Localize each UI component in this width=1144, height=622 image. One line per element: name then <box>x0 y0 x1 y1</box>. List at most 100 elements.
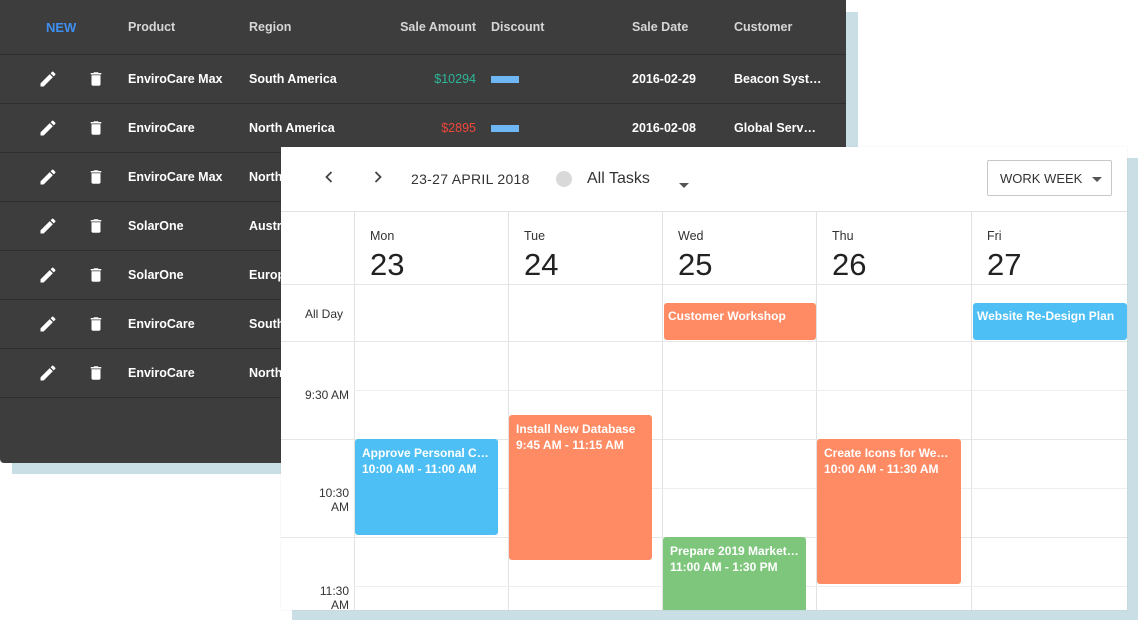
region-cell: North America <box>249 121 335 135</box>
delete-row-button[interactable] <box>86 55 106 103</box>
pencil-icon <box>40 71 56 87</box>
day-number[interactable]: 23 <box>370 247 404 283</box>
day-column-divider <box>971 211 972 610</box>
pencil-icon <box>40 316 56 332</box>
previous-week-button[interactable] <box>321 169 337 190</box>
resource-color-dot <box>556 171 572 187</box>
product-cell: EnviroCare <box>128 121 195 135</box>
pencil-icon <box>40 365 56 381</box>
trash-icon <box>90 219 102 233</box>
time-label: 9:30 AM <box>304 388 349 402</box>
day-number[interactable]: 26 <box>832 247 866 283</box>
next-week-button[interactable] <box>370 169 386 190</box>
view-select[interactable]: WORK WEEK <box>987 160 1112 196</box>
event-title: Create Icons for Website <box>824 446 954 460</box>
event-title: Approve Personal Computer Upgrade Plan <box>362 446 491 460</box>
calendar-event[interactable]: Approve Personal Computer Upgrade Plan 10… <box>355 439 498 535</box>
time-label: 10:30 AM <box>318 486 349 514</box>
product-cell: EnviroCare Max <box>128 72 223 86</box>
trash-icon <box>90 170 102 184</box>
column-header-sale-amount[interactable]: Sale Amount <box>380 0 476 54</box>
table-row: EnviroCare North America $2895 2016-02-08 Gl… <box>0 104 846 153</box>
event-time: 10:00 AM - 11:00 AM <box>362 462 477 476</box>
trash-icon <box>90 121 102 135</box>
sale-amount-cell: $2895 <box>441 121 476 135</box>
event-title: Customer Workshop <box>668 309 786 323</box>
chevron-right-icon <box>374 171 382 183</box>
customer-cell: Beacon Syst… <box>734 72 822 86</box>
view-select-value: WORK WEEK <box>1000 170 1083 186</box>
discount-cell <box>491 104 611 152</box>
delete-row-button[interactable] <box>86 349 106 397</box>
day-number[interactable]: 24 <box>524 247 558 283</box>
edit-row-button[interactable] <box>37 202 59 250</box>
pencil-icon <box>40 169 56 185</box>
column-header-region[interactable]: Region <box>249 0 379 54</box>
all-day-event[interactable]: Website Re-Design Plan <box>973 303 1127 340</box>
edit-row-button[interactable] <box>37 349 59 397</box>
resource-filter-dropdown[interactable] <box>678 176 690 194</box>
scheduler-panel: 23-27 APRIL 2018 All Tasks WORK WEEK Mon… <box>281 147 1127 610</box>
column-header-customer[interactable]: Customer <box>734 0 826 54</box>
calendar-event[interactable]: Create Icons for Website 10:00 AM - 11:30… <box>817 439 961 584</box>
calendar-event[interactable]: Install New Database 9:45 AM - 11:15 AM <box>509 414 652 560</box>
trash-icon <box>90 317 102 331</box>
caret-down-icon <box>679 183 689 188</box>
all-day-event[interactable]: Customer Workshop <box>664 303 816 340</box>
pencil-icon <box>40 120 56 136</box>
day-name: Fri <box>987 229 1002 243</box>
edit-row-button[interactable] <box>37 55 59 103</box>
grid-header-row: NEW Product Region Sale Amount Discount … <box>0 0 846 55</box>
day-number[interactable]: 27 <box>987 247 1021 283</box>
resource-filter-value[interactable]: All Tasks <box>587 170 650 188</box>
event-time: 11:00 AM - 1:30 PM <box>670 560 778 574</box>
event-time: 10:00 AM - 11:30 AM <box>824 462 939 476</box>
event-title: Install New Database <box>516 421 636 436</box>
event-time: 9:45 AM - 11:15 AM <box>516 437 624 452</box>
column-header-product[interactable]: Product <box>128 0 243 54</box>
sale-amount-cell: $10294 <box>434 72 476 86</box>
edit-row-button[interactable] <box>37 104 59 152</box>
trash-icon <box>90 268 102 282</box>
time-slot-divider <box>354 390 1127 391</box>
day-number[interactable]: 25 <box>678 247 712 283</box>
column-header-sale-date[interactable]: Sale Date <box>632 0 722 54</box>
delete-row-button[interactable] <box>86 300 106 348</box>
row-divider <box>281 284 1127 285</box>
product-cell: EnviroCare <box>128 317 195 331</box>
column-header-discount[interactable]: Discount <box>491 0 611 54</box>
date-range-label[interactable]: 23-27 APRIL 2018 <box>411 171 530 187</box>
edit-row-button[interactable] <box>37 153 59 201</box>
product-cell: EnviroCare Max <box>128 170 223 184</box>
discount-bar <box>491 75 519 83</box>
product-cell: SolarOne <box>128 219 184 233</box>
delete-row-button[interactable] <box>86 202 106 250</box>
trash-icon <box>90 72 102 86</box>
region-cell: South America <box>249 72 337 86</box>
delete-row-button[interactable] <box>86 104 106 152</box>
discount-bar <box>491 124 519 132</box>
day-name: Mon <box>370 229 395 243</box>
pencil-icon <box>40 218 56 234</box>
edit-row-button[interactable] <box>37 300 59 348</box>
event-title: Prepare 2019 Marketing Plan <box>670 544 799 558</box>
sale-date-cell: 2016-02-08 <box>632 121 696 135</box>
sale-date-cell: 2016-02-29 <box>632 72 696 86</box>
day-name: Wed <box>678 229 704 243</box>
calendar-event[interactable]: Prepare 2019 Marketing Plan 11:00 AM - 1:… <box>663 537 806 610</box>
day-column-divider <box>354 211 355 610</box>
delete-row-button[interactable] <box>86 251 106 299</box>
caret-down-icon <box>1092 177 1102 182</box>
edit-row-button[interactable] <box>37 251 59 299</box>
new-record-button[interactable]: NEW <box>46 0 96 54</box>
product-cell: SolarOne <box>128 268 184 282</box>
pencil-icon <box>40 267 56 283</box>
event-title: Website Re-Design Plan <box>977 309 1115 323</box>
all-day-label: All Day <box>305 307 344 321</box>
row-divider <box>281 341 1127 342</box>
customer-cell: Global Serv… <box>734 121 816 135</box>
time-label: 11:30 AM <box>319 584 349 610</box>
chevron-left-icon <box>325 171 333 183</box>
table-row: EnviroCare Max South America $10294 2016-02… <box>0 55 846 104</box>
delete-row-button[interactable] <box>86 153 106 201</box>
